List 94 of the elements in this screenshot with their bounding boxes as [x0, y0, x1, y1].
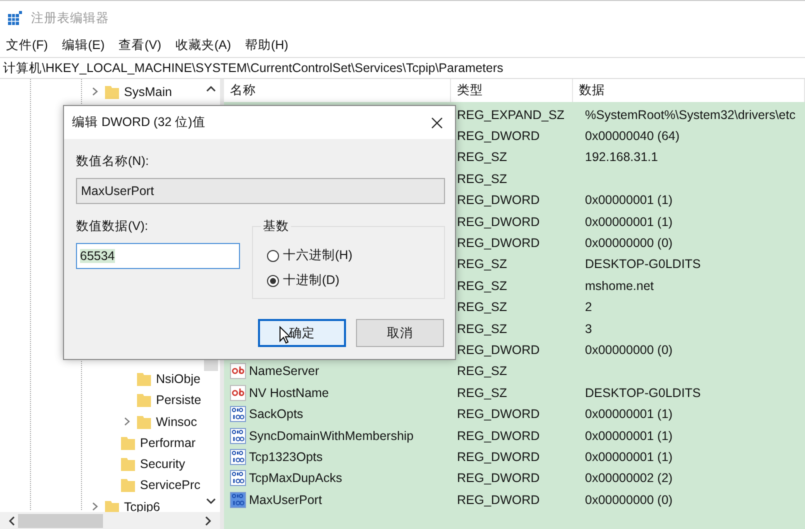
value-type: REG_DWORD: [456, 193, 541, 208]
value-data: 0x00000000 (0): [584, 342, 674, 357]
radio-label[interactable]: 十六进制(H): [283, 247, 352, 264]
value-type: REG_SZ: [456, 150, 508, 164]
window-title: 注册表编辑器: [31, 10, 109, 26]
value-data: 0x00000002 (2): [584, 471, 674, 486]
expand-chevron-icon[interactable]: [124, 417, 130, 426]
folder-icon: [120, 456, 136, 472]
value-type: REG_DWORD: [456, 129, 541, 144]
radio-button[interactable]: [267, 250, 279, 262]
value-data: 3: [584, 322, 593, 336]
value-name[interactable]: Tcp1323Opts: [249, 450, 323, 464]
selected-text: 65534: [80, 249, 115, 263]
value-data: 0x00000001 (1): [584, 193, 674, 208]
tree-item[interactable]: Winsoc: [156, 414, 197, 429]
value-data: 0x00000040 (64): [584, 129, 681, 144]
scroll-left-icon[interactable]: [8, 516, 16, 526]
value-type: REG_DWORD: [456, 492, 541, 507]
column-header[interactable]: 名称: [224, 79, 451, 102]
value-type: REG_EXPAND_SZ: [456, 108, 566, 122]
value-type: REG_SZ: [456, 386, 508, 400]
value-data: 0x00000001 (1): [584, 450, 674, 464]
tree-item[interactable]: SysMain: [124, 84, 172, 99]
folder-icon: [104, 498, 120, 515]
tree-item[interactable]: ServicePrc: [140, 478, 200, 492]
menu-item[interactable]: 收藏夹(A): [175, 36, 231, 54]
value-data: 2: [584, 300, 593, 314]
horizontal-scrollbar[interactable]: [0, 512, 220, 529]
mouse-pointer-icon: [279, 326, 291, 344]
value-type: REG_DWORD: [456, 428, 541, 443]
tree-item[interactable]: Performar: [140, 436, 196, 450]
value-data: 0x00000001 (1): [584, 428, 674, 443]
folder-icon: [120, 477, 136, 494]
registry-icon: [7, 10, 23, 26]
close-icon[interactable]: [431, 116, 443, 128]
scrollbar-thumb[interactable]: [18, 514, 103, 528]
column-header[interactable]: 类型: [451, 79, 573, 102]
value-data: mshome.net: [584, 278, 655, 293]
field-label: 数值数据(V):: [76, 218, 150, 235]
tree-item[interactable]: Persiste: [156, 393, 202, 408]
value-data: 0x00000000 (0): [584, 236, 674, 250]
dialog-title: 编辑 DWORD (32 位)值: [72, 114, 206, 131]
folder-icon: [136, 370, 152, 387]
value-type: REG_DWORD: [456, 214, 541, 229]
menu-item[interactable]: 文件(F): [6, 36, 48, 54]
value-name[interactable]: NameServer: [249, 364, 320, 378]
tree-item[interactable]: Tcpip6: [124, 500, 160, 514]
tree-item[interactable]: NsiObje: [156, 372, 200, 386]
cancel-button[interactable]: 取消: [356, 319, 444, 347]
value-data: 0x00000001 (1): [584, 214, 674, 229]
value-type: REG_DWORD: [456, 450, 541, 464]
group-title: 基数: [261, 218, 291, 235]
field-label: 数值名称(N):: [76, 153, 150, 170]
value-name[interactable]: MaxUserPort: [249, 492, 322, 507]
value-data-field[interactable]: 65534: [76, 243, 240, 269]
value-type: REG_SZ: [456, 278, 508, 293]
ok-button[interactable]: 确定: [258, 319, 346, 347]
value-type: REG_DWORD: [456, 236, 541, 250]
folder-icon: [104, 84, 120, 100]
value-data: 0x00000001 (1): [584, 407, 674, 422]
value-type: REG_SZ: [456, 300, 508, 314]
scroll-down-icon[interactable]: [206, 497, 216, 505]
menu-item[interactable]: 查看(V): [118, 36, 162, 54]
menu-item[interactable]: 编辑(E): [62, 36, 105, 54]
value-name[interactable]: TcpMaxDupAcks: [249, 471, 342, 486]
folder-icon: [136, 392, 152, 408]
radio-label[interactable]: 十进制(D): [283, 272, 340, 289]
folder-icon: [136, 414, 152, 430]
value-type: REG_DWORD: [456, 407, 541, 422]
value-name[interactable]: NV HostName: [249, 386, 329, 400]
expand-chevron-icon[interactable]: [92, 502, 98, 512]
address-bar[interactable]: 计算机\HKEY_LOCAL_MACHINE\SYSTEM\CurrentControlSet\Services\Tcpip\Parameters: [0, 57, 805, 79]
radio-button[interactable]: [267, 274, 279, 286]
value-data: 192.168.31.1: [584, 150, 659, 164]
folder-icon: [120, 434, 136, 451]
value-type: REG_SZ: [456, 322, 508, 336]
value-name[interactable]: SackOpts: [249, 407, 304, 422]
expand-chevron-icon[interactable]: [92, 87, 98, 96]
menu-item[interactable]: 帮助(H): [244, 36, 288, 54]
value-type: REG_DWORD: [456, 342, 541, 357]
value-type: REG_SZ: [456, 364, 508, 378]
column-header[interactable]: 数据: [573, 79, 805, 102]
value-data: 0x00000000 (0): [584, 492, 674, 507]
value-data: %SystemRoot%\System32\drivers\etc: [584, 108, 796, 122]
scroll-right-icon[interactable]: [204, 516, 212, 526]
value-type: REG_DWORD: [456, 471, 541, 486]
value-data: DESKTOP-G0LDITS: [584, 257, 702, 272]
value-name-field[interactable]: MaxUserPort: [76, 178, 445, 204]
value-name[interactable]: SyncDomainWithMembership: [249, 428, 414, 443]
value-type: REG_SZ: [456, 257, 508, 272]
scroll-up-icon[interactable]: [206, 85, 216, 93]
value-data: DESKTOP-G0LDITS: [584, 386, 702, 400]
tree-item[interactable]: Security: [140, 457, 186, 472]
value-type: REG_SZ: [456, 172, 508, 186]
